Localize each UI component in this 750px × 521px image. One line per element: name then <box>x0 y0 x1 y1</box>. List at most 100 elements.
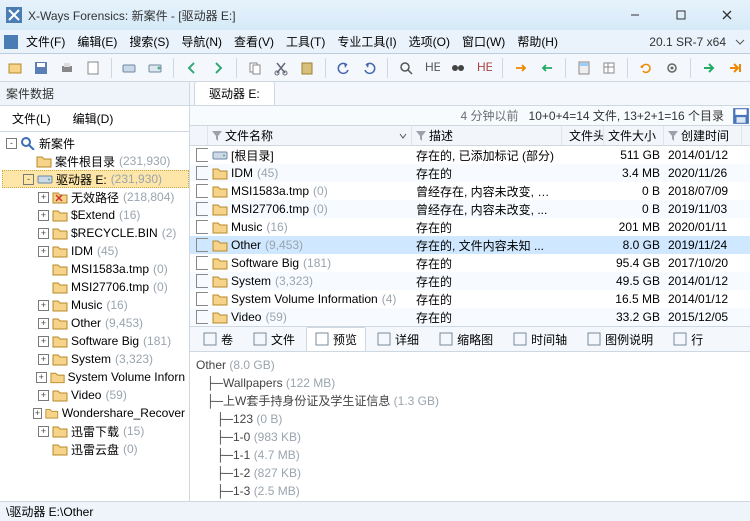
maximize-button[interactable] <box>658 0 704 30</box>
template-button[interactable] <box>599 57 621 79</box>
preview-pane[interactable]: Other (8.0 GB) ├─Wallpapers (122 MB) ├─上… <box>190 352 750 501</box>
preview-tab-3[interactable]: 详细 <box>368 327 428 352</box>
undo-button[interactable] <box>333 57 355 79</box>
row-checkbox[interactable] <box>196 184 208 198</box>
cut-button[interactable] <box>270 57 292 79</box>
menu-搜索(S)[interactable]: 搜索(S) <box>123 33 175 51</box>
menu-文件(F)[interactable]: 文件(F) <box>20 33 71 51</box>
tree-toggle[interactable]: + <box>38 390 49 401</box>
table-row[interactable]: [根目录]存在的, 已添加标记 (部分)511 GB2014/01/12 <box>190 146 750 164</box>
minimize-button[interactable] <box>612 0 658 30</box>
tree-node[interactable]: +Software Big(181) <box>2 332 189 350</box>
tree-node[interactable]: +Wondershare_Recover <box>2 404 189 422</box>
menu-dropdown-icon[interactable] <box>734 36 746 48</box>
sidebar-menu-file[interactable]: 文件(L) <box>6 108 57 129</box>
calculator-button[interactable] <box>573 57 595 79</box>
tree-toggle[interactable]: + <box>38 210 49 221</box>
table-row[interactable]: Video(59)存在的33.2 GB2015/12/05 <box>190 308 750 326</box>
preview-tab-5[interactable]: 时间轴 <box>504 327 576 352</box>
row-checkbox[interactable] <box>196 292 208 306</box>
row-checkbox[interactable] <box>196 166 208 180</box>
preview-tab-0[interactable]: 卷 <box>194 327 242 352</box>
tree-node[interactable]: +$RECYCLE.BIN(2) <box>2 224 189 242</box>
paste-button[interactable] <box>296 57 318 79</box>
goto-button[interactable] <box>510 57 532 79</box>
table-row[interactable]: IDM(45)存在的3.4 MB2020/11/26 <box>190 164 750 182</box>
binoculars-button[interactable] <box>447 57 469 79</box>
print-button[interactable] <box>56 57 78 79</box>
back-button[interactable] <box>181 57 203 79</box>
col-date[interactable]: 创建时间 <box>664 126 742 145</box>
tree-toggle[interactable]: + <box>33 408 43 419</box>
open-image-button[interactable] <box>144 57 166 79</box>
tree-node[interactable]: +Music(16) <box>2 296 189 314</box>
row-checkbox[interactable] <box>196 202 208 216</box>
tree-node[interactable]: 案件根目录(231,930) <box>2 152 189 170</box>
col-ext[interactable]: 文件头 <box>562 126 604 145</box>
close-button[interactable] <box>704 0 750 30</box>
preview-tab-4[interactable]: 缩略图 <box>430 327 502 352</box>
refresh-button[interactable] <box>635 57 657 79</box>
tab-drive[interactable]: 驱动器 E: <box>194 82 275 105</box>
table-row[interactable]: System(3,323)存在的49.5 GB2014/01/12 <box>190 272 750 290</box>
arrow-right-button[interactable] <box>698 57 720 79</box>
col-desc[interactable]: 描述 <box>412 126 562 145</box>
col-name[interactable]: 文件名称 <box>208 126 412 145</box>
tree-node[interactable]: +System Volume Inforn <box>2 368 189 386</box>
menu-查看(V)[interactable]: 查看(V) <box>228 33 280 51</box>
file-list[interactable]: [根目录]存在的, 已添加标记 (部分)511 GB2014/01/12IDM(… <box>190 146 750 326</box>
row-checkbox[interactable] <box>196 310 208 324</box>
tree-toggle[interactable]: + <box>38 318 49 329</box>
tree-toggle[interactable]: + <box>38 300 49 311</box>
tree-toggle[interactable]: + <box>38 354 49 365</box>
tree-toggle[interactable]: - <box>6 138 17 149</box>
redo-button[interactable] <box>359 57 381 79</box>
tree-node[interactable]: -新案件 <box>2 134 189 152</box>
tree-node[interactable]: +System(3,323) <box>2 350 189 368</box>
row-checkbox[interactable] <box>196 220 208 234</box>
tree-node[interactable]: -驱动器 E:(231,930) <box>2 170 189 188</box>
arrow-right-end-button[interactable] <box>724 57 746 79</box>
tree-toggle[interactable]: + <box>38 192 49 203</box>
row-checkbox[interactable] <box>196 256 208 270</box>
tree-toggle[interactable]: - <box>23 174 34 185</box>
table-row[interactable]: System Volume Information(4)存在的16.5 MB20… <box>190 290 750 308</box>
goto-back-button[interactable] <box>536 57 558 79</box>
save-button[interactable] <box>30 57 52 79</box>
menu-帮助(H)[interactable]: 帮助(H) <box>511 33 564 51</box>
row-checkbox[interactable] <box>196 238 208 252</box>
menu-窗口(W)[interactable]: 窗口(W) <box>456 33 511 51</box>
tree-toggle[interactable]: + <box>38 246 49 257</box>
table-row[interactable]: Software Big(181)存在的95.4 GB2017/10/20 <box>190 254 750 272</box>
row-checkbox[interactable] <box>196 274 208 288</box>
preview-tab-7[interactable]: 行 <box>664 327 712 352</box>
tree-node[interactable]: MSI27706.tmp(0) <box>2 278 189 296</box>
menu-工具(T)[interactable]: 工具(T) <box>280 33 331 51</box>
find-hex-button[interactable]: HEX <box>421 57 443 79</box>
tree-node[interactable]: +IDM(45) <box>2 242 189 260</box>
forward-button[interactable] <box>207 57 229 79</box>
tree-node[interactable]: +$Extend(16) <box>2 206 189 224</box>
col-check[interactable] <box>190 126 208 145</box>
table-row[interactable]: Music(16)存在的201 MB2020/01/11 <box>190 218 750 236</box>
open-disk-button[interactable] <box>119 57 141 79</box>
copy-button[interactable] <box>244 57 266 79</box>
table-row[interactable]: MSI1583a.tmp(0)曾经存在, 内容未改变, 已查看0 B2018/0… <box>190 182 750 200</box>
tree-node[interactable]: +迅雷下载(15) <box>2 422 189 440</box>
menu-编辑(E)[interactable]: 编辑(E) <box>71 33 123 51</box>
tree-node[interactable]: +无效路径(218,804) <box>2 188 189 206</box>
properties-button[interactable] <box>82 57 104 79</box>
save-icon[interactable] <box>732 107 750 125</box>
table-row[interactable]: MSI27706.tmp(0)曾经存在, 内容未改变, ...0 B2019/1… <box>190 200 750 218</box>
preview-tab-1[interactable]: 文件 <box>244 327 304 352</box>
col-size[interactable]: 文件大小 <box>604 126 664 145</box>
settings-button[interactable] <box>661 57 683 79</box>
hex-editor-button[interactable]: HEX <box>473 57 495 79</box>
search-button[interactable] <box>395 57 417 79</box>
tree-node[interactable]: +Other(9,453) <box>2 314 189 332</box>
menu-导航(N)[interactable]: 导航(N) <box>175 33 228 51</box>
menu-专业工具(I)[interactable]: 专业工具(I) <box>331 33 402 51</box>
preview-tab-2[interactable]: 预览 <box>306 327 366 352</box>
tree-toggle[interactable]: + <box>38 228 49 239</box>
tree-node[interactable]: +Video(59) <box>2 386 189 404</box>
